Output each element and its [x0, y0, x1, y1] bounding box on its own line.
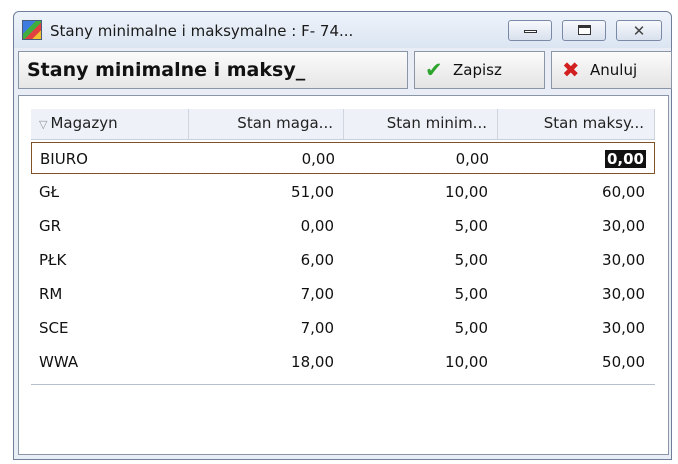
cell-max[interactable]: 30,00: [498, 278, 655, 310]
cell-magazyn[interactable]: PŁK: [31, 244, 189, 276]
cell-magazyn[interactable]: GŁ: [31, 176, 189, 208]
cell-min-text: 5,00: [454, 251, 488, 269]
cell-stan[interactable]: 0,00: [190, 143, 345, 175]
table-row[interactable]: GR 0,00 5,00 30,00: [31, 210, 655, 242]
save-label: Zapisz: [453, 61, 502, 79]
maximize-button[interactable]: [562, 20, 606, 41]
table-row[interactable]: SCE 7,00 5,00 30,00: [31, 312, 655, 344]
cell-stan-text: 0,00: [300, 217, 334, 235]
column-header-min[interactable]: Stan minim...: [344, 109, 498, 139]
cell-stan-text: 6,00: [300, 251, 334, 269]
cell-max[interactable]: 0,00: [499, 143, 656, 175]
toolbar: Stany minimalne i maksy_ ✔ Zapisz ✖ Anul…: [18, 51, 672, 91]
cell-magazyn-text: GR: [39, 217, 62, 235]
column-header-magazyn[interactable]: ▽ Magazyn: [31, 109, 189, 139]
grid-divider: [31, 384, 655, 385]
cell-max-text: 50,00: [602, 353, 645, 371]
cell-magazyn-text: GŁ: [39, 183, 60, 201]
table-row[interactable]: BIURO 0,00 0,00 0,00: [31, 142, 655, 174]
cell-min-text: 5,00: [454, 217, 488, 235]
cell-max[interactable]: 30,00: [498, 244, 655, 276]
table-row[interactable]: GŁ 51,00 10,00 60,00: [31, 176, 655, 208]
table-row[interactable]: PŁK 6,00 5,00 30,00: [31, 244, 655, 276]
app-icon: [22, 20, 42, 40]
cell-max-text: 60,00: [602, 183, 645, 201]
data-grid[interactable]: ▽ Magazyn Stan maga... Stan minim... Stan…: [18, 95, 669, 455]
cell-magazyn[interactable]: GR: [31, 210, 189, 242]
dialog-window: Stany minimalne i maksymalne : F- 74... …: [13, 11, 672, 460]
sort-icon: ▽: [39, 118, 48, 131]
cell-max-text: 0,00: [604, 150, 646, 168]
cell-magazyn-text: RM: [39, 285, 63, 303]
close-icon: ✕: [632, 22, 646, 40]
cell-min-text: 5,00: [454, 285, 488, 303]
cell-max[interactable]: 30,00: [498, 312, 655, 344]
cell-magazyn-text: BIURO: [40, 150, 88, 168]
cell-stan-text: 18,00: [291, 353, 334, 371]
cell-min[interactable]: 0,00: [345, 143, 499, 175]
table-row[interactable]: RM 7,00 5,00 30,00: [31, 278, 655, 310]
cell-max-text: 30,00: [602, 217, 645, 235]
heading-panel: Stany minimalne i maksy_: [18, 51, 408, 89]
x-icon: ✖: [562, 58, 580, 82]
cell-stan-text: 7,00: [300, 285, 334, 303]
cell-max-text: 30,00: [602, 251, 645, 269]
column-header-max[interactable]: Stan maksy...: [498, 109, 655, 139]
title-bar[interactable]: Stany minimalne i maksymalne : F- 74... …: [14, 12, 671, 48]
cell-min-text: 10,00: [445, 183, 488, 201]
cell-stan[interactable]: 6,00: [189, 244, 344, 276]
close-button[interactable]: ✕: [616, 20, 662, 41]
cell-stan[interactable]: 7,00: [189, 312, 344, 344]
window-title: Stany minimalne i maksymalne : F- 74...: [50, 22, 354, 40]
cell-magazyn[interactable]: BIURO: [32, 143, 190, 175]
cell-magazyn-text: PŁK: [39, 251, 67, 269]
cell-max-text: 30,00: [602, 285, 645, 303]
table-header: ▽ Magazyn Stan maga... Stan minim... Stan…: [31, 109, 655, 140]
column-header-stan[interactable]: Stan maga...: [189, 109, 344, 139]
cell-min-text: 10,00: [445, 353, 488, 371]
cell-stan[interactable]: 18,00: [189, 346, 344, 378]
cell-min-text: 0,00: [455, 150, 489, 168]
cell-max-text: 30,00: [602, 319, 645, 337]
cell-stan[interactable]: 7,00: [189, 278, 344, 310]
cell-min-text: 5,00: [454, 319, 488, 337]
minimize-button[interactable]: [508, 20, 552, 41]
cancel-button[interactable]: ✖ Anuluj: [551, 51, 672, 89]
cell-max[interactable]: 60,00: [498, 176, 655, 208]
cancel-label: Anuluj: [590, 61, 638, 79]
cell-max[interactable]: 50,00: [498, 346, 655, 378]
cell-min[interactable]: 5,00: [344, 210, 498, 242]
cell-magazyn-text: WWA: [39, 353, 79, 371]
cell-stan[interactable]: 51,00: [189, 176, 344, 208]
cell-max[interactable]: 30,00: [498, 210, 655, 242]
cell-min[interactable]: 10,00: [344, 176, 498, 208]
cell-magazyn[interactable]: WWA: [31, 346, 189, 378]
cell-min[interactable]: 10,00: [344, 346, 498, 378]
cell-min[interactable]: 5,00: [344, 278, 498, 310]
cell-magazyn-text: SCE: [39, 319, 69, 337]
page-title: Stany minimalne i maksy_: [27, 59, 306, 81]
table-row[interactable]: WWA 18,00 10,00 50,00: [31, 346, 655, 378]
cell-stan[interactable]: 0,00: [189, 210, 344, 242]
cell-stan-text: 0,00: [301, 150, 335, 168]
cell-magazyn[interactable]: RM: [31, 278, 189, 310]
save-button[interactable]: ✔ Zapisz: [414, 51, 545, 89]
cell-magazyn[interactable]: SCE: [31, 312, 189, 344]
cell-min[interactable]: 5,00: [344, 244, 498, 276]
cell-stan-text: 51,00: [291, 183, 334, 201]
checkmark-icon: ✔: [425, 58, 443, 82]
cell-min[interactable]: 5,00: [344, 312, 498, 344]
cell-stan-text: 7,00: [300, 319, 334, 337]
